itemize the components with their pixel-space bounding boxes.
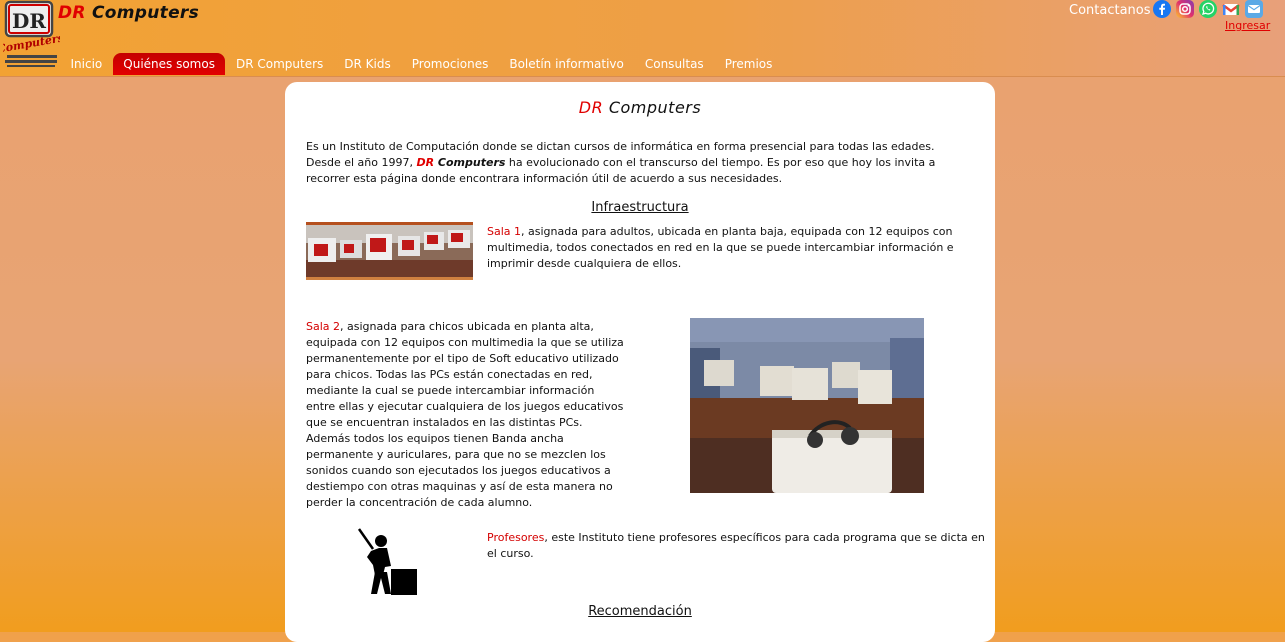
brand-dr: DR xyxy=(58,3,86,23)
nav-boletin[interactable]: Boletín informativo xyxy=(499,53,635,75)
facebook-icon[interactable] xyxy=(1153,0,1171,18)
sala2-photo xyxy=(690,318,924,493)
nav-quienes-somos[interactable]: Quiénes somos xyxy=(112,53,226,75)
title-computers: Computers xyxy=(608,98,702,117)
dr-computers-logo[interactable]: DR Computers xyxy=(0,0,65,68)
title-dr: DR xyxy=(578,98,604,117)
nav-inicio[interactable]: Inicio xyxy=(60,53,113,75)
intro-brand: DR Computers xyxy=(416,156,505,169)
intro-brand-computers: Computers xyxy=(437,156,506,169)
nav-premios[interactable]: Premios xyxy=(714,53,783,75)
content-card: DR Computers Es un Instituto de Computac… xyxy=(285,82,995,642)
gmail-icon[interactable] xyxy=(1222,0,1240,18)
contact-label: Contactanos xyxy=(1069,3,1151,18)
sala1-label: Sala 1 xyxy=(487,225,522,238)
intro-line2-pre: Desde el año 1997, xyxy=(306,156,417,169)
nav-dr-kids[interactable]: DR Kids xyxy=(334,53,401,75)
recom-heading-text: Recomendación xyxy=(588,604,692,619)
whatsapp-icon[interactable] xyxy=(1199,0,1217,18)
brand-title: DR Computers xyxy=(58,3,199,23)
instagram-icon[interactable] xyxy=(1176,0,1194,18)
sala1-text: , asignada para adultos, ubicada en plan… xyxy=(487,225,954,270)
sala2-description: Sala 2, asignada para chicos ubicada en … xyxy=(306,319,626,511)
social-icons xyxy=(1153,0,1263,18)
login-link[interactable]: Ingresar xyxy=(1225,19,1270,32)
nav-promociones[interactable]: Promociones xyxy=(401,53,499,75)
email-icon[interactable] xyxy=(1245,0,1263,18)
header-bar: DR Computers DR Computers Inicio Quiénes… xyxy=(0,0,1285,77)
sala1-description: Sala 1, asignada para adultos, ubicada e… xyxy=(487,224,977,272)
nav-dr-computers[interactable]: DR Computers xyxy=(225,53,333,75)
svg-text:DR: DR xyxy=(12,9,46,33)
brand-computers: Computers xyxy=(92,3,200,23)
sala2-label: Sala 2 xyxy=(306,320,341,333)
prof-text: , este Instituto tiene profesores especí… xyxy=(487,531,985,560)
section-heading-infra: Infraestructura xyxy=(285,200,995,215)
page-title: DR Computers xyxy=(285,98,995,117)
main-nav: Inicio Quiénes somos DR Computers DR Kid… xyxy=(60,53,783,75)
nav-consultas[interactable]: Consultas xyxy=(634,53,714,75)
sala2-text: , asignada para chicos ubicada en planta… xyxy=(306,320,624,509)
teacher-icon xyxy=(357,527,419,597)
intro-brand-dr: DR xyxy=(416,156,435,169)
profesores-description: Profesores, este Instituto tiene profeso… xyxy=(487,530,987,562)
intro-line1: Es un Instituto de Computación donde se … xyxy=(306,140,935,153)
intro-text: Es un Instituto de Computación donde se … xyxy=(306,139,976,187)
infra-heading-text: Infraestructura xyxy=(591,200,689,215)
prof-label: Profesores xyxy=(487,531,545,544)
sala1-photo xyxy=(306,222,473,280)
section-heading-recomendacion: Recomendación xyxy=(285,604,995,619)
